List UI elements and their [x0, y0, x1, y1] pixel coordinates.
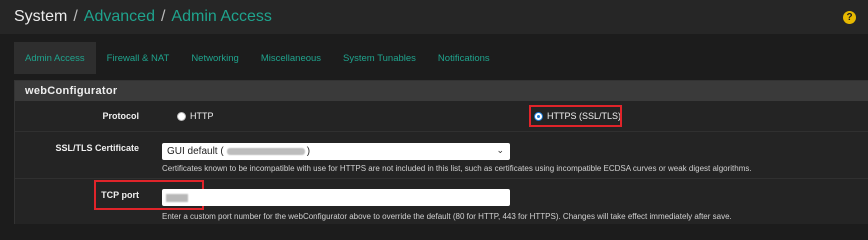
tcp-port-row: TCP port Enter a custom port number for …: [15, 179, 868, 225]
http-radio-label: HTTP: [190, 111, 214, 121]
protocol-label: Protocol: [102, 111, 139, 121]
breadcrumb: System / Advanced / Admin Access: [14, 8, 272, 26]
breadcrumb-admin-access[interactable]: Admin Access: [171, 8, 271, 26]
help-icon[interactable]: ?: [843, 11, 856, 24]
ssl-certificate-label: SSL/TLS Certificate: [55, 143, 139, 153]
chevron-down-icon: ⌄: [496, 145, 504, 155]
breadcrumb-system: System: [14, 8, 68, 25]
tab-networking[interactable]: Networking: [180, 42, 250, 74]
tab-notifications[interactable]: Notifications: [427, 42, 501, 74]
webconfigurator-panel: webConfigurator Protocol HTTP HTTPS (SSL…: [14, 80, 868, 224]
protocol-row: Protocol HTTP HTTPS (SSL/TLS): [15, 101, 868, 132]
ssl-help-text: Certificates known to be incompatible wi…: [162, 164, 752, 173]
ssl-certificate-select[interactable]: GUI default ( ) ⌄: [162, 143, 510, 160]
redacted-port: [166, 193, 188, 202]
tcp-port-input[interactable]: [162, 189, 510, 206]
tab-bar: Admin Access Firewall & NAT Networking M…: [0, 42, 868, 74]
protocol-http-option[interactable]: HTTP: [177, 111, 214, 121]
tab-system-tunables[interactable]: System Tunables: [332, 42, 427, 74]
select-value-prefix: GUI default (: [167, 146, 224, 157]
redacted-value: [226, 148, 305, 155]
breadcrumb-separator: /: [73, 8, 78, 25]
tab-firewall-nat[interactable]: Firewall & NAT: [96, 42, 181, 74]
tab-admin-access[interactable]: Admin Access: [14, 42, 96, 74]
ssl-certificate-row: SSL/TLS Certificate GUI default ( ) ⌄ Ce…: [15, 132, 868, 179]
tab-miscellaneous[interactable]: Miscellaneous: [250, 42, 332, 74]
select-value-suffix: ): [306, 146, 311, 157]
https-highlight-box: [529, 105, 622, 127]
breadcrumb-advanced[interactable]: Advanced: [84, 8, 155, 26]
page-header: System / Advanced / Admin Access ?: [0, 0, 868, 34]
panel-title: webConfigurator: [15, 81, 868, 101]
http-radio[interactable]: [177, 111, 186, 121]
tcp-port-help-text: Enter a custom port number for the webCo…: [162, 212, 732, 221]
breadcrumb-separator: /: [160, 8, 166, 25]
